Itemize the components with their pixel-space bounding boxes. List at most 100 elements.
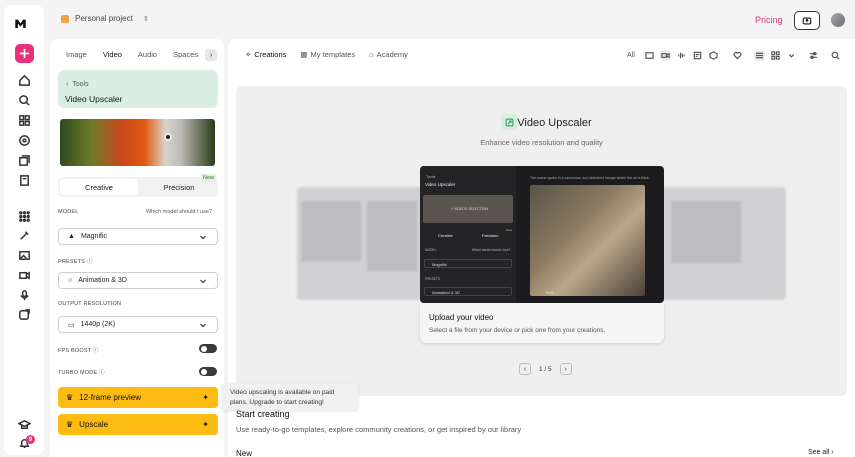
pager-prev-button[interactable]: ‹	[519, 363, 531, 375]
demo-title: Video Upscaler	[425, 182, 456, 187]
search-icon[interactable]	[15, 91, 33, 109]
hero-title: Video Upscaler	[517, 117, 592, 129]
upload-title: Upload your video	[429, 313, 494, 322]
blurred-card-right	[661, 187, 786, 300]
demo-precision: Precision	[482, 233, 499, 238]
logo-icon[interactable]	[14, 17, 27, 30]
presets-value: Animation & 3D	[78, 277, 127, 284]
grid-view-icon[interactable]	[770, 50, 781, 61]
filter-video-icon[interactable]	[659, 50, 671, 61]
resolution-label: OUTPUT RESOLUTION	[58, 301, 122, 307]
breadcrumb-label: Tools	[72, 81, 89, 88]
tools-breadcrumb[interactable]: ‹ Tools	[66, 81, 89, 88]
demo-sidebar: Tools Video Upscaler + VIDEOS SELECTION …	[420, 166, 516, 303]
turbo-mode-toggle[interactable]	[199, 367, 217, 376]
fps-boost-label: FPS BOOST ⓘ	[58, 348, 99, 354]
upgrade-icon	[802, 17, 812, 24]
tab-creations[interactable]: ✧ Creations	[245, 50, 286, 59]
tab-my-templates[interactable]: ▦ My templates	[300, 50, 355, 59]
academy-icon: ⌂	[369, 50, 374, 59]
pager-text: 1 / 5	[539, 365, 552, 373]
demo-presets-value: Animation & 3D	[432, 290, 460, 295]
grid-icon[interactable]	[15, 207, 33, 225]
upscale-label: Upscale	[79, 420, 109, 429]
new-section-title: New	[236, 449, 253, 457]
filter-all[interactable]: All	[627, 52, 635, 59]
home-icon[interactable]	[15, 71, 33, 89]
presets-dropdown[interactable]: ○ Animation & 3D	[58, 272, 218, 289]
filter-design-icon[interactable]	[692, 50, 703, 61]
preview-button[interactable]: ♛ 12-frame preview ✦	[58, 387, 218, 408]
see-all-link[interactable]: See all ›	[808, 449, 834, 456]
plus-icon	[19, 48, 30, 59]
crown-icon: ♛	[66, 420, 74, 429]
user-avatar[interactable]	[831, 13, 845, 27]
create-button[interactable]	[15, 44, 34, 63]
view-chevron-down-icon[interactable]	[786, 50, 797, 61]
book-icon[interactable]	[15, 171, 33, 189]
favorites-icon[interactable]	[732, 50, 743, 61]
turbo-mode-label: TURBO MODE ⓘ	[58, 370, 105, 376]
explore-icon[interactable]	[15, 131, 33, 149]
creations-icon: ✧	[245, 50, 252, 59]
upgrade-button[interactable]	[794, 11, 820, 30]
model-dropdown[interactable]: ▲ Magnific	[58, 228, 218, 245]
sparkle-icon: ✦	[202, 420, 209, 429]
tab-spaces[interactable]: Spaces	[165, 50, 206, 59]
graduation-icon[interactable]	[15, 415, 33, 433]
start-creating-subtitle: Use ready-to-go templates, explore commu…	[236, 425, 522, 434]
microphone-icon[interactable]	[15, 286, 33, 304]
chevron-right-icon: ›	[564, 365, 567, 373]
video-icon[interactable]	[15, 266, 33, 284]
demo-video-frame	[530, 185, 645, 296]
list-view-icon[interactable]	[753, 50, 765, 61]
chevron-left-icon: ‹	[523, 365, 527, 373]
demo-new-badge: New	[506, 228, 513, 232]
tab-video[interactable]: Video	[95, 50, 130, 59]
upscale-button[interactable]: ♛ Upscale ✦	[58, 414, 218, 435]
filter-image-icon[interactable]	[644, 50, 655, 61]
upscale-icon[interactable]	[15, 305, 33, 323]
crown-icon: ♛	[66, 393, 74, 402]
tabs-next-button[interactable]: ›	[205, 49, 217, 61]
model-label: MODEL	[58, 209, 79, 215]
image-icon[interactable]	[15, 246, 33, 264]
settings-sliders-icon[interactable]	[808, 50, 819, 61]
model-help-link[interactable]: Which model should I use?	[146, 209, 212, 215]
filter-3d-icon[interactable]	[708, 50, 719, 61]
demo-model-value: Magnific	[432, 262, 447, 267]
info-icon[interactable]: ⓘ	[87, 259, 93, 265]
info-icon[interactable]: ⓘ	[93, 348, 99, 354]
demo-model-label: MODEL	[425, 248, 437, 252]
tab-audio[interactable]: Audio	[130, 50, 165, 59]
tool-card[interactable]: ‹ Tools Video Upscaler	[58, 70, 218, 108]
apps-icon[interactable]	[15, 111, 33, 129]
pager-next-button[interactable]: ›	[559, 363, 572, 375]
mode-creative[interactable]: Creative	[60, 179, 138, 195]
pricing-link[interactable]: Pricing	[755, 15, 783, 25]
left-rail: 9	[4, 5, 44, 455]
info-icon[interactable]: ⓘ	[99, 370, 105, 376]
demo-breadcrumb: Tools	[426, 174, 436, 179]
project-switcher[interactable]: Personal project ⇕	[61, 14, 149, 23]
input-thumbnail[interactable]	[60, 119, 215, 166]
demo-video-selection: + VIDEOS SELECTION	[451, 207, 489, 211]
resolution-dropdown[interactable]: ▭ 1440p (2K)	[58, 316, 218, 333]
search-icon[interactable]	[830, 50, 841, 61]
hero-section: Video Upscaler Enhance video resolution …	[236, 86, 847, 396]
brush-icon[interactable]	[15, 226, 33, 244]
project-color-icon	[61, 14, 69, 23]
tab-image[interactable]: Image	[58, 50, 95, 59]
demo-model-help: Which model should I use?	[472, 248, 511, 252]
model-value: Magnific	[80, 233, 108, 240]
fps-boost-toggle[interactable]	[199, 344, 217, 353]
notification-badge: 9	[26, 435, 35, 444]
stack-icon[interactable]	[15, 151, 33, 169]
media-tabs: Image Video Audio Spaces	[58, 50, 206, 59]
preview-label: 12-frame preview	[79, 393, 141, 402]
blurred-card-left	[297, 187, 422, 300]
upload-card[interactable]: Upload your video Select a file from you…	[420, 303, 664, 343]
filter-audio-icon[interactable]	[676, 50, 687, 61]
demo-preview[interactable]: Tools Video Upscaler + VIDEOS SELECTION …	[420, 166, 664, 303]
tab-academy[interactable]: ⌂ Academy	[369, 50, 408, 59]
